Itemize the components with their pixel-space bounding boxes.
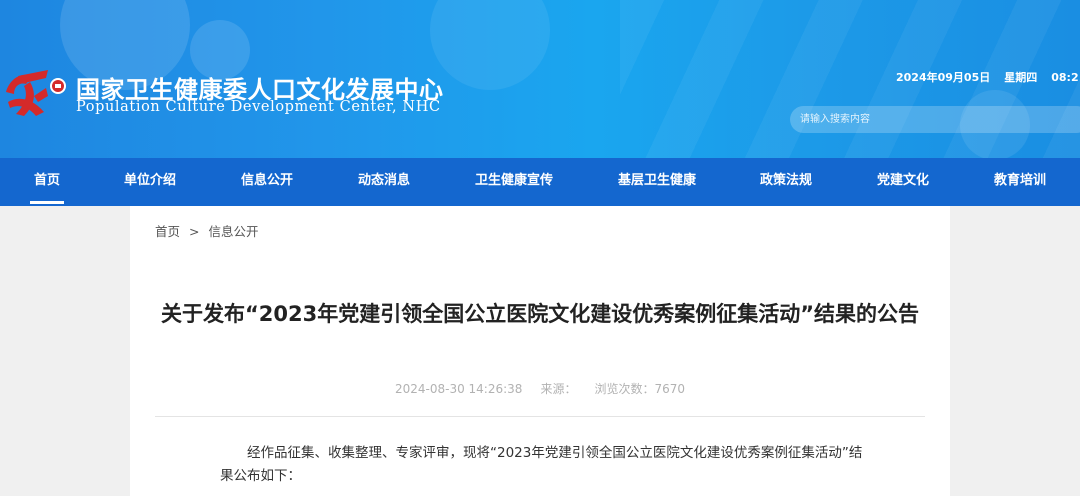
main-nav: 首页 单位介绍 信息公开 动态消息 卫生健康宣传 基层卫生健康 政策法规 党建文…: [0, 158, 1080, 206]
site-subtitle-en: Population Culture Development Center, N…: [76, 99, 441, 115]
article-card: 首页 > 信息公开 关于发布“2023年党建引领全国公立医院文化建设优秀案例征集活动…: [130, 206, 950, 496]
date-time-display: 2024年09月05日 星期四 08:2: [896, 69, 1080, 85]
nav-item-training[interactable]: 教育培训: [994, 158, 1046, 206]
current-date: 2024年09月05日: [896, 71, 991, 84]
current-time: 08:2: [1051, 71, 1079, 84]
header-bubble-decoration: [430, 0, 550, 90]
nav-item-home[interactable]: 首页: [29, 158, 65, 206]
breadcrumb-separator: >: [189, 224, 200, 239]
breadcrumb-current-link[interactable]: 信息公开: [209, 224, 259, 239]
site-header: 国家卫生健康委人口文化发展中心 Population Culture Devel…: [0, 0, 1080, 158]
current-weekday: 星期四: [1004, 71, 1038, 84]
breadcrumb-home-link[interactable]: 首页: [155, 224, 180, 239]
nav-item-party-culture[interactable]: 党建文化: [877, 158, 929, 206]
nav-item-primary-health[interactable]: 基层卫生健康: [618, 158, 696, 206]
nav-item-news[interactable]: 动态消息: [358, 158, 410, 206]
search-box: [790, 106, 1080, 133]
logo-icon[interactable]: [0, 62, 72, 122]
article-view-count: 浏览次数：7670: [594, 382, 685, 396]
search-input[interactable]: [800, 106, 1060, 133]
article-datetime: 2024-08-30 14:26:38: [394, 382, 523, 396]
nav-item-policies[interactable]: 政策法规: [760, 158, 812, 206]
article-source-label: 来源：: [540, 382, 577, 396]
title-divider: [155, 416, 925, 417]
article-title: 关于发布“2023年党建引领全国公立医院文化建设优秀案例征集活动”结果的公告: [160, 302, 920, 326]
article-meta: 2024-08-30 14:26:38 来源： 浏览次数：7670: [130, 380, 950, 397]
nav-item-health-promotion[interactable]: 卫生健康宣传: [475, 158, 553, 206]
nav-item-info-disclosure[interactable]: 信息公开: [241, 158, 293, 206]
article-paragraph: 经作品征集、收集整理、专家评审，现将“2023年党建引领全国公立医院文化建设优秀…: [220, 445, 863, 484]
breadcrumb: 首页 > 信息公开: [155, 221, 259, 240]
nav-item-about[interactable]: 单位介绍: [124, 158, 176, 206]
